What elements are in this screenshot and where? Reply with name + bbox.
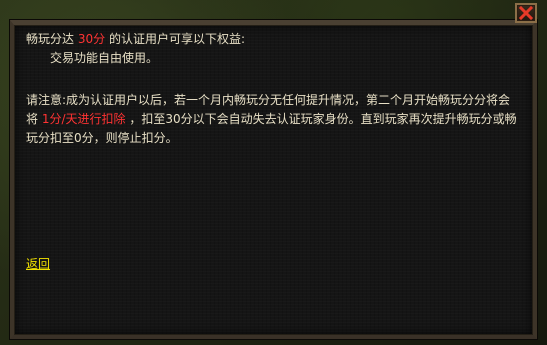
note-line-2-suffix: ，扣至30分以下会自动失去认证玩家身份。直到玩家再次提升畅玩分或畅 [129, 112, 517, 126]
note-line-1: 请注意:成为认证用户以后，若一个月内畅玩分无任何提升情况，第二个月开始畅玩分分将… [26, 93, 511, 107]
benefit-points: 30分 [77, 32, 106, 46]
benefit-item: 交易功能自由使用。 [50, 51, 159, 65]
note-line-2-prefix: 将 [26, 112, 39, 126]
note-line-3: 玩分扣至0分，则停止扣分。 [26, 131, 178, 145]
benefit-intro: 畅玩分达 30分 的认证用户可享以下权益: [26, 30, 245, 49]
deduction-rate: 1分/天进行扣除 [41, 112, 126, 126]
note-line-2: 将 1分/天进行扣除 ，扣至30分以下会自动失去认证玩家身份。直到玩家再次提升畅… [26, 110, 517, 129]
close-button[interactable] [515, 3, 537, 23]
game-scene-background: 畅玩分达 30分 的认证用户可享以下权益: 交易功能自由使用。 请注意:成为认证… [0, 0, 547, 345]
benefit-prefix: 畅玩分达 [26, 32, 75, 46]
close-icon [518, 5, 534, 21]
dialog-inner-border [14, 25, 533, 335]
back-link[interactable]: 返回 [26, 256, 50, 272]
benefit-suffix: 的认证用户可享以下权益: [108, 32, 245, 46]
